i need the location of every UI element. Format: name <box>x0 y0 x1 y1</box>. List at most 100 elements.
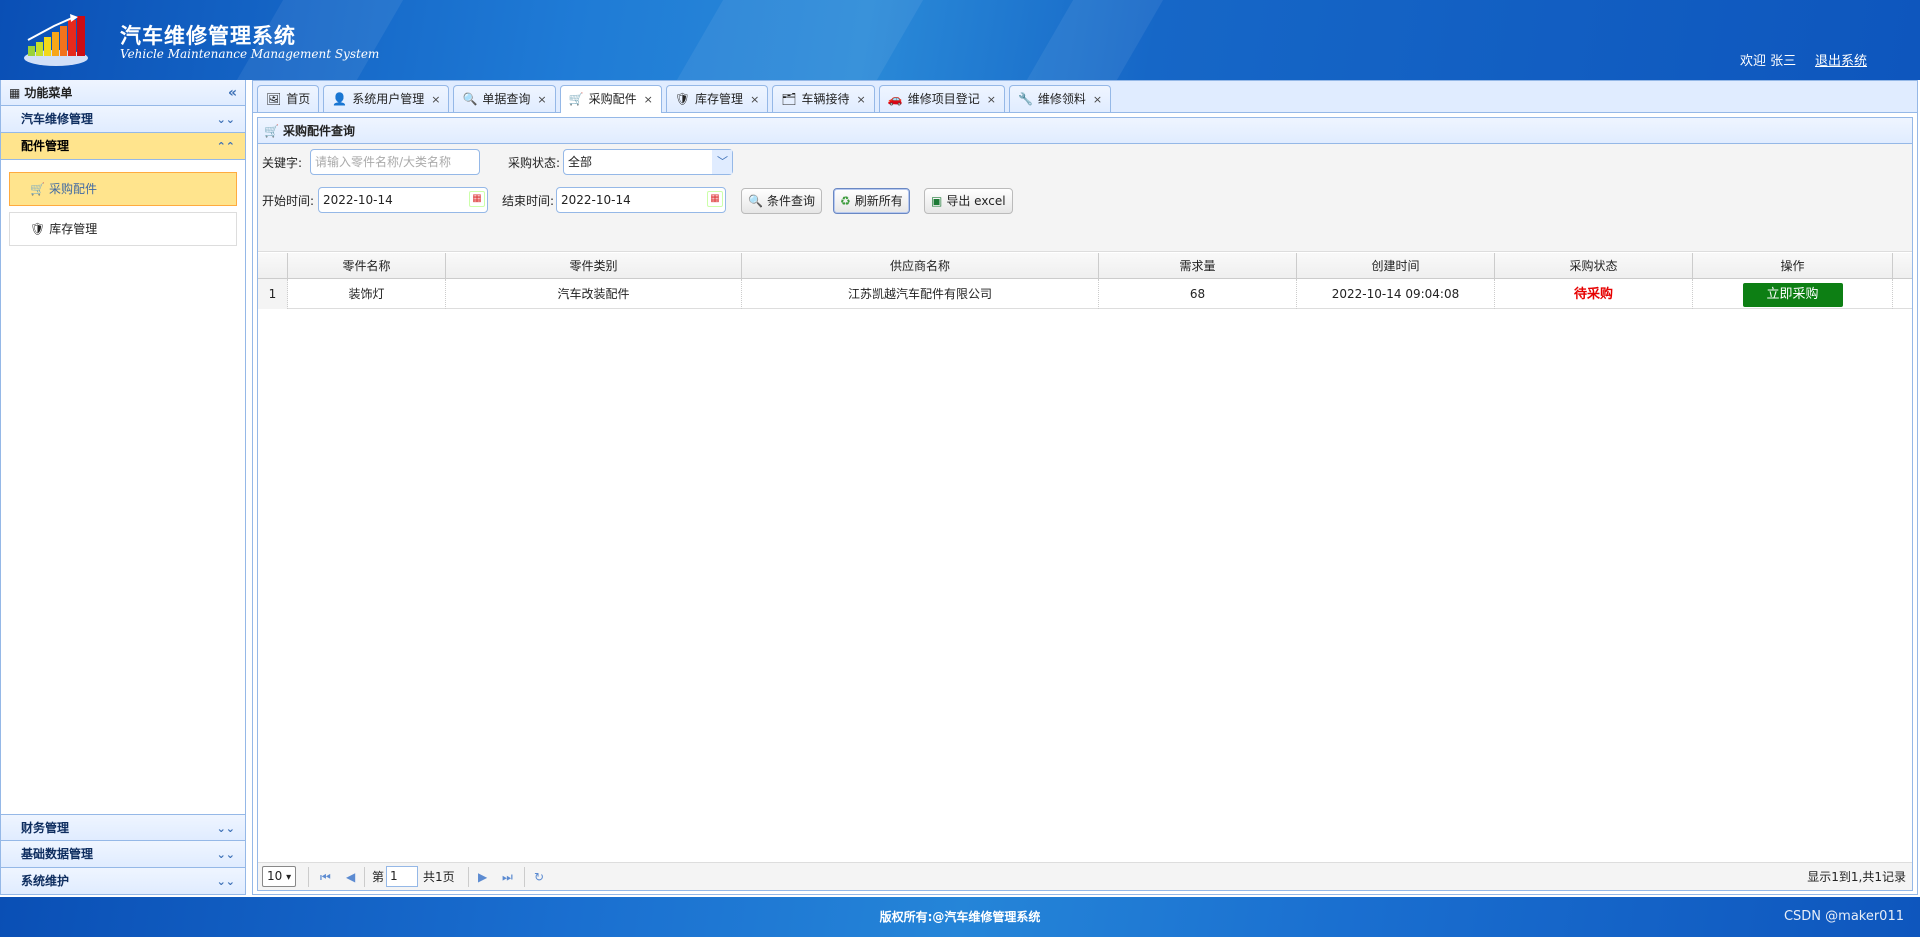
tab-label: 库存管理 <box>695 91 744 106</box>
collapse-sidebar-icon[interactable]: « <box>228 80 237 106</box>
keyword-input[interactable]: 请输入零件名称/大类名称 <box>310 149 480 175</box>
start-time-label: 开始时间: <box>262 194 315 208</box>
app-footer: 版权所有:@汽车维修管理系统 CSDN @maker011 <box>0 897 1920 937</box>
user-icon: 👤 <box>332 91 348 106</box>
page-number-input[interactable]: 1 <box>386 866 418 887</box>
column-header[interactable]: 创建时间 <box>1297 253 1495 279</box>
cell-part-category: 汽车改装配件 <box>446 279 742 309</box>
page-size-select[interactable]: 10 ▾ <box>262 866 297 887</box>
end-date-value: 2022-10-14 <box>561 193 631 207</box>
first-page-icon[interactable]: ⏮ <box>320 867 331 887</box>
end-date-input[interactable]: 2022-10-14 ▦ <box>556 187 726 213</box>
menu-grid-icon: ▦ <box>9 85 21 100</box>
logout-link[interactable]: 退出系统 <box>1815 50 1867 69</box>
keyword-label: 关键字: <box>262 156 303 170</box>
sidebar-section-repair[interactable]: 汽车维修管理 ⌄⌄ <box>1 106 245 133</box>
excel-icon: ▣ <box>931 194 943 208</box>
status-badge: 待采购 <box>1573 287 1613 302</box>
sidebar-item-purchase-parts[interactable]: 🛒 采购配件 <box>9 172 237 206</box>
chevron-double-down-icon: ⌄⌄ <box>216 848 235 861</box>
tab-label: 维修项目登记 <box>907 91 980 106</box>
calendar-icon[interactable]: ▦ <box>707 191 723 207</box>
table-row[interactable]: 1 装饰灯 汽车改装配件 江苏凯越汽车配件有限公司 68 2022-10-14 … <box>258 279 1912 309</box>
tab-purchase-parts[interactable]: 🛒 采购配件 × <box>559 85 662 113</box>
cell-created-time: 2022-10-14 09:04:08 <box>1297 279 1495 309</box>
sidebar-title-bar: ▦ 功能菜单 « <box>1 80 245 106</box>
export-excel-button[interactable]: ▣ 导出 excel <box>924 188 1013 214</box>
reload-icon[interactable]: ↻ <box>534 867 544 887</box>
prev-page-icon[interactable]: ◀ <box>346 867 355 887</box>
cell-status: 待采购 <box>1495 279 1693 309</box>
divider <box>308 867 309 887</box>
close-icon[interactable]: × <box>644 87 653 112</box>
sidebar-item-label: 库存管理 <box>49 222 98 236</box>
home-icon: 🖼 <box>266 91 282 106</box>
close-icon[interactable]: × <box>537 87 546 112</box>
column-header[interactable]: 采购状态 <box>1495 253 1693 279</box>
chevron-double-down-icon: ⌄⌄ <box>216 822 235 835</box>
status-select[interactable]: 全部 ﹀ <box>563 149 733 175</box>
sidebar-item-inventory[interactable]: 🛡 库存管理 <box>9 212 237 246</box>
chevron-down-icon: ▾ <box>286 872 292 883</box>
panel-title: 采购配件查询 <box>282 123 355 138</box>
chevron-down-icon[interactable]: ﹀ <box>712 150 732 174</box>
column-header[interactable]: 供应商名称 <box>742 253 1099 279</box>
sidebar-section-label: 配件管理 <box>21 139 70 153</box>
close-icon[interactable]: × <box>750 87 759 112</box>
record-summary: 显示1到1,共1记录 <box>1807 870 1906 884</box>
condition-search-button[interactable]: 🔍 条件查询 <box>741 188 822 214</box>
sidebar-section-label: 系统维护 <box>21 874 70 888</box>
header-decoration <box>676 0 924 80</box>
tab-home[interactable]: 🖼 首页 <box>257 85 320 112</box>
page-size-value: 10 <box>267 869 283 883</box>
main-panel: 🖼 首页 👤 系统用户管理 × 🔍 单据查询 × 🛒 采购配件 × 🛡 库存管理… <box>252 80 1918 895</box>
sidebar-section-parts[interactable]: 配件管理 ⌃⌃ <box>1 133 245 160</box>
column-header[interactable]: 零件名称 <box>288 253 446 279</box>
close-icon[interactable]: × <box>857 87 866 112</box>
tab-document-query[interactable]: 🔍 单据查询 × <box>453 85 556 112</box>
tab-vehicle-reception[interactable]: 🗂 车辆接待 × <box>772 85 875 112</box>
sidebar-section-basic-data[interactable]: 基础数据管理 ⌄⌄ <box>1 841 245 868</box>
calendar-icon[interactable]: ▦ <box>469 191 485 207</box>
sidebar-section-finance[interactable]: 财务管理 ⌄⌄ <box>1 814 245 841</box>
tab-label: 采购配件 <box>588 92 637 106</box>
last-page-icon[interactable]: ⏭ <box>502 867 513 887</box>
cell-supplier: 江苏凯越汽车配件有限公司 <box>742 279 1099 309</box>
row-number-header <box>258 253 288 279</box>
button-label: 刷新所有 <box>854 194 903 208</box>
column-header[interactable]: 零件类别 <box>446 253 742 279</box>
sidebar-section-system[interactable]: 系统维护 ⌄⌄ <box>1 868 245 895</box>
start-date-value: 2022-10-14 <box>323 193 393 207</box>
tab-repair-registration[interactable]: 🚗 维修项目登记 × <box>878 85 1005 112</box>
cart-icon: 🛒 <box>264 123 279 138</box>
sidebar-section-body: 🛒 采购配件 🛡 库存管理 <box>1 160 245 840</box>
buy-now-button[interactable]: 立即采购 <box>1742 283 1843 307</box>
sidebar: ▦ 功能菜单 « 汽车维修管理 ⌄⌄ 配件管理 ⌃⌃ 🛒 采购配件 🛡 库存管理… <box>0 80 246 895</box>
refresh-all-button[interactable]: ♻ 刷新所有 <box>833 188 910 214</box>
welcome-text: 欢迎 张三 <box>1740 54 1797 69</box>
shield-icon: 🛡 <box>30 222 46 236</box>
page-total: 共1页 <box>423 870 455 884</box>
status-select-value: 全部 <box>568 155 593 169</box>
table-header: 零件名称 零件类别 供应商名称 需求量 创建时间 采购状态 操作 <box>258 253 1912 279</box>
close-icon[interactable]: × <box>1093 87 1102 112</box>
copyright-text: 版权所有:@汽车维修管理系统 <box>879 910 1041 924</box>
divider <box>364 867 365 887</box>
cell-quantity: 68 <box>1099 279 1297 309</box>
start-date-input[interactable]: 2022-10-14 ▦ <box>318 187 488 213</box>
cart-icon: 🛒 <box>30 182 45 196</box>
close-icon[interactable]: × <box>987 87 996 112</box>
close-icon[interactable]: × <box>431 87 440 112</box>
column-header[interactable]: 需求量 <box>1099 253 1297 279</box>
tab-system-users[interactable]: 👤 系统用户管理 × <box>323 85 450 112</box>
cell-action: 立即采购 <box>1693 279 1893 309</box>
app-title: 汽车维修管理系统 <box>120 24 296 48</box>
sidebar-section-label: 财务管理 <box>21 821 70 835</box>
refresh-icon: ♻ <box>840 194 851 208</box>
column-header[interactable]: 操作 <box>1693 253 1893 279</box>
tab-repair-materials[interactable]: 🔧 维修领料 × <box>1008 85 1112 112</box>
next-page-icon[interactable]: ▶ <box>478 867 487 887</box>
pagination-bar: 10 ▾ ⏮ ◀ 第 1 共1页 ▶ ⏭ ↻ 显示1到1,共1记录 <box>258 862 1912 890</box>
tab-inventory[interactable]: 🛡 库存管理 × <box>665 85 769 112</box>
search-icon: 🔍 <box>462 91 478 106</box>
